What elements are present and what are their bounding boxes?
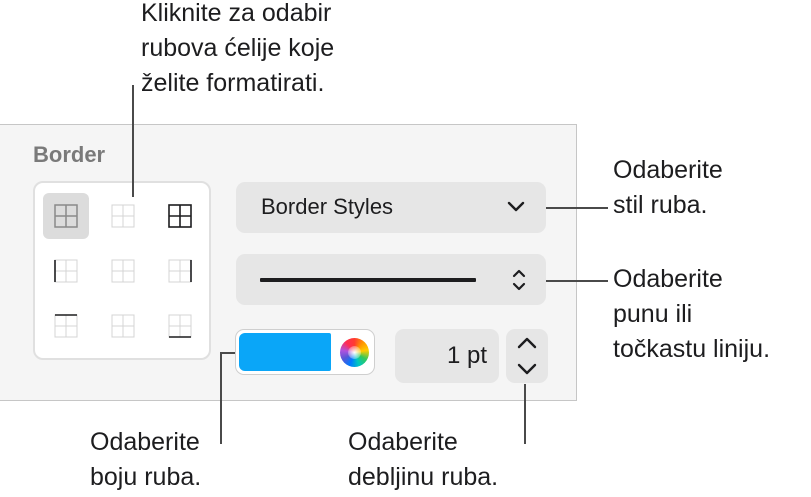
- inside-horizontal-option[interactable]: [100, 303, 146, 349]
- callout-cell-borders: Kliknite za odabir rubova ćelije koje že…: [141, 0, 335, 97]
- border-styles-label: Border Styles: [261, 194, 394, 219]
- callout-line-type: Odaberite punu ili točkastu liniju.: [613, 265, 771, 363]
- leader-line-border-width: [524, 384, 526, 444]
- left-border-option[interactable]: [43, 248, 89, 294]
- top-border-option[interactable]: [43, 303, 89, 349]
- left-border-icon: [54, 259, 78, 283]
- bottom-border-icon: [168, 314, 192, 338]
- section-title: Border: [33, 142, 106, 167]
- callout-border-width: Odaberite debljinu ruba.: [348, 428, 499, 491]
- inside-borders-icon: [111, 204, 135, 228]
- all-borders-icon: [54, 204, 78, 228]
- line-style-popup[interactable]: [236, 254, 546, 305]
- solid-line-sample: [260, 278, 476, 282]
- chevron-down-icon: [517, 363, 537, 375]
- border-width-value: 1 pt: [446, 342, 487, 369]
- top-border-icon: [54, 314, 78, 338]
- inside-borders-option[interactable]: [100, 193, 146, 239]
- callout-border-style: Odaberite stil ruba.: [613, 156, 723, 219]
- border-color-well[interactable]: [235, 329, 375, 375]
- right-border-icon: [168, 259, 192, 283]
- leader-line-cell-borders: [132, 85, 134, 197]
- border-width-field[interactable]: 1 pt: [395, 329, 499, 383]
- leader-line-border-color-vertical: [220, 352, 222, 444]
- outside-borders-icon: [168, 204, 192, 228]
- bottom-border-option[interactable]: [157, 303, 203, 349]
- color-swatch[interactable]: [239, 333, 331, 371]
- border-styles-popup[interactable]: Border Styles: [236, 182, 546, 233]
- inside-vertical-option[interactable]: [100, 248, 146, 294]
- up-down-chevron-icon: [512, 269, 526, 291]
- border-width-stepper[interactable]: [506, 329, 548, 383]
- inside-vertical-icon: [111, 259, 135, 283]
- callout-border-color: Odaberite boju ruba.: [90, 428, 202, 491]
- chevron-down-icon: [507, 201, 525, 212]
- stepper-down-button[interactable]: [506, 356, 548, 383]
- leader-line-border-style: [546, 207, 608, 209]
- right-border-option[interactable]: [157, 248, 203, 294]
- chevron-up-icon: [517, 337, 537, 349]
- leader-line-border-color: [220, 352, 235, 354]
- outside-borders-option[interactable]: [157, 193, 203, 239]
- stepper-up-button[interactable]: [506, 329, 548, 356]
- inside-horizontal-icon: [111, 314, 135, 338]
- border-selector-grid: [33, 181, 211, 360]
- leader-line-line-type: [546, 280, 608, 282]
- color-wheel-icon[interactable]: [340, 338, 369, 367]
- all-borders-option[interactable]: [43, 193, 89, 239]
